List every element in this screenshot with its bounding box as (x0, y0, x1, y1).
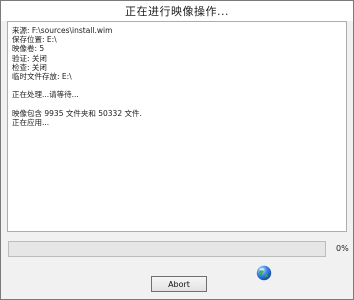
log-line: 正在应用... (12, 118, 50, 127)
dialog-window: 正在进行映像操作... 来源: F:\sources\install.wim 保… (0, 0, 354, 300)
log-line: 临时文件存放: E:\ (12, 72, 72, 82)
log-line: 来源: F:\sources\install.wim (12, 26, 113, 35)
log-line: 保存位置: E:\ (12, 35, 57, 45)
log-line: 映像卷: 5 (12, 44, 45, 54)
log-line: 正在处理...请等待... (12, 90, 79, 100)
title-bar[interactable]: 正在进行映像操作... (1, 1, 353, 21)
window-title: 正在进行映像操作... (125, 5, 229, 18)
progress-percent: 0% (336, 244, 349, 253)
log-line: 检查: 关闭 (12, 62, 47, 72)
log-line: 映像包含 9935 文件夹和 50332 文件. (12, 108, 142, 118)
log-line: 验证: 关闭 (12, 53, 47, 63)
progress-bar (8, 241, 326, 257)
abort-button[interactable]: Abort (151, 276, 207, 292)
globe-icon (256, 265, 272, 281)
log-output[interactable]: 来源: F:\sources\install.wim 保存位置: E:\ 映像卷… (7, 21, 347, 232)
